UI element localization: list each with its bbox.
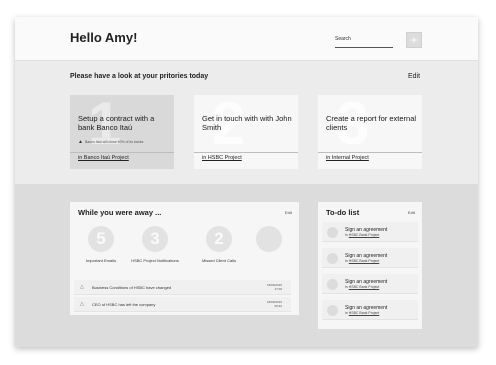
priorities-edit-link[interactable]: Edit [408,73,420,80]
priority-title: Get in touch with with John Smith [202,114,292,132]
stat-count: 2 [206,226,232,252]
stat-project-notifications[interactable]: 3 HSBC Project Notifications [130,226,180,263]
todo-project: in HSBC Bank Project [345,259,379,263]
stat-missed-calls[interactable]: 2 Missed Client Calls [194,226,244,263]
todo-prefix: in [345,285,348,289]
todo-prefix: in [345,233,348,237]
priority-project-link[interactable]: in HSBC Project [202,155,242,161]
priorities-title: Please have a look at your pritories tod… [70,73,209,80]
todo-project: in HSBC Bank Project [345,285,379,289]
away-panel: While you were away ... Edit 5 Important… [70,202,299,315]
priority-warning-text: Banco Itaú will close 60% of its banks [84,140,144,144]
notification-timestamp: 18/06/2016 09:40 [267,300,282,308]
todo-checkbox[interactable] [327,227,338,238]
priority-project-link[interactable]: in Internal Project [326,155,369,161]
priority-title: Setup a contract with a bank Banco Itaú [78,114,155,132]
divider [70,152,174,153]
priority-project-link[interactable]: in Banco Itaú Project [78,155,129,161]
todo-project-link[interactable]: HSBC Bank Project [349,311,380,315]
todo-item[interactable]: Sign an agreement in HSBC Bank Project [322,248,418,268]
stat-label: Missed Client Calls [201,258,236,263]
notification-time: 17:00 [274,287,282,291]
notification-text: Business Conditions of HSBC have changed [92,285,172,290]
greeting-title: Hello Amy! [70,30,138,45]
priority-card[interactable]: 2 Get in touch with with John Smith in H… [194,95,298,169]
activity-section: While you were away ... Edit 5 Important… [15,184,478,347]
notification-text: CEO of HSBC has left the company [92,302,156,307]
todo-project-link[interactable]: HSBC Bank Project [349,233,380,237]
todo-edit-link[interactable]: Edit [408,210,415,215]
todo-prefix: in [345,259,348,263]
add-button[interactable]: + [406,32,422,48]
warning-triangle-icon: ▲ [78,139,83,145]
notification-row[interactable]: △ Business Conditions of HSBC have chang… [74,280,291,295]
search-input[interactable]: Search [335,36,393,48]
divider [318,152,422,153]
todo-item[interactable]: Sign an agreement in HSBC Bank Project [322,222,418,242]
stat-label: Important Emails [85,258,116,263]
todo-checkbox[interactable] [327,305,338,316]
todo-project-link[interactable]: HSBC Bank Project [349,259,380,263]
warning-triangle-icon: △ [80,284,84,290]
priorities-section: Please have a look at your pritories tod… [15,62,478,184]
priority-card[interactable]: 1 Setup a contract with a bank Banco Ita… [70,95,174,169]
away-edit-link[interactable]: Edit [285,210,292,215]
todo-project: in HSBC Bank Project [345,233,379,237]
divider [194,152,298,153]
notification-row[interactable]: △ CEO of HSBC has left the company 18/06… [74,297,291,312]
todo-item[interactable]: Sign an agreement in HSBC Bank Project [322,300,418,320]
header: Hello Amy! Search + [15,17,478,61]
stat-count [256,226,282,252]
notification-timestamp: 18/06/2016 17:00 [267,283,282,291]
stat-empty[interactable] [244,226,294,258]
todo-project-link[interactable]: HSBC Bank Project [349,285,380,289]
dashboard-window: Hello Amy! Search + Please have a look a… [15,17,478,347]
stat-count: 3 [142,226,168,252]
stat-important-emails[interactable]: 5 Important Emails [76,226,126,263]
warning-triangle-icon: △ [80,301,84,307]
stat-label: HSBC Project Notifications [131,258,179,263]
todo-checkbox[interactable] [327,253,338,264]
todo-item[interactable]: Sign an agreement in HSBC Bank Project [322,274,418,294]
priority-title: Create a report for external clients [326,114,417,132]
plus-icon: + [410,33,418,47]
todo-prefix: in [345,311,348,315]
stat-count: 5 [88,226,114,252]
away-title: While you were away ... [78,208,162,217]
todo-title: To-do list [326,208,360,217]
todo-project: in HSBC Bank Project [345,311,379,315]
priority-warning: ▲ Banco Itaú will close 60% of its banks [78,139,143,145]
priority-card[interactable]: 3 Create a report for external clients i… [318,95,422,169]
todo-panel: To-do list Edit Sign an agreement in HSB… [318,202,422,329]
notification-time: 09:40 [274,304,282,308]
todo-checkbox[interactable] [327,279,338,290]
